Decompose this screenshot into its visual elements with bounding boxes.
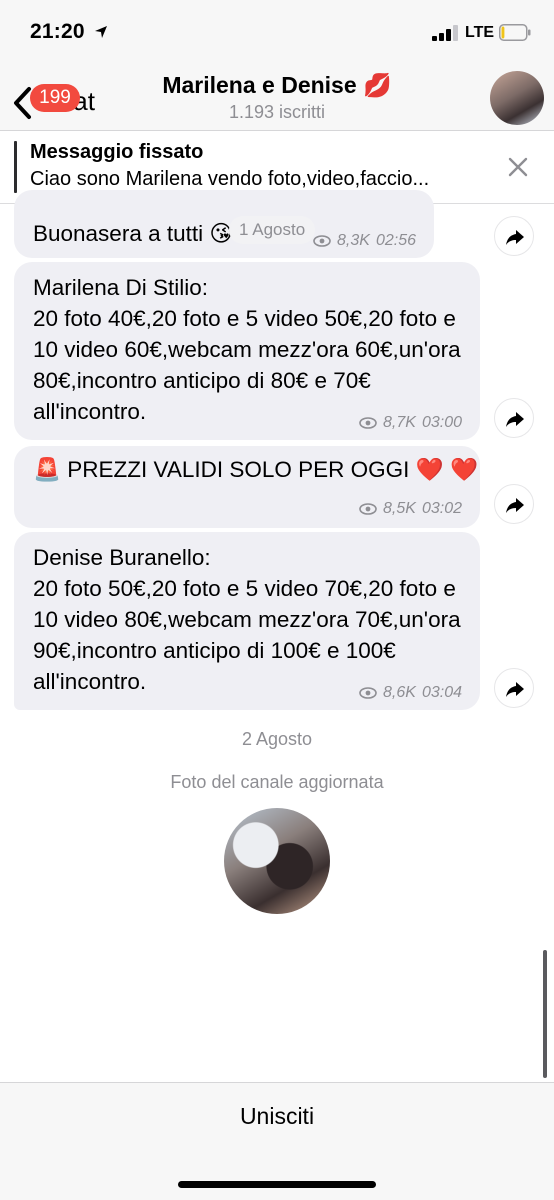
- close-icon[interactable]: [506, 155, 530, 179]
- scroll-indicator: [543, 950, 547, 1078]
- channel-photo-thumbnail[interactable]: [224, 808, 330, 914]
- message-bubble[interactable]: Marilena Di Stilio: 20 foto 40€,20 foto …: [14, 262, 480, 440]
- subscriber-count: 1.193 iscritti: [228, 102, 326, 122]
- share-arrow-icon: [506, 230, 524, 245]
- share-arrow-icon: [506, 682, 524, 697]
- message-text: Marilena Di Stilio: 20 foto 40€,20 foto …: [33, 275, 461, 424]
- pinned-text: Ciao sono Marilena vendo foto,video,facc…: [30, 168, 430, 190]
- share-arrow-icon: [506, 412, 524, 427]
- message-meta: 8,7K 03:00: [359, 414, 462, 432]
- message-time: 03:00: [421, 414, 462, 431]
- floating-date: 1 Agosto: [229, 216, 316, 244]
- clock: 21:20: [30, 20, 85, 43]
- message-meta: 8,6K 03:04: [359, 684, 462, 702]
- message-bubble[interactable]: Denise Buranello: 20 foto 50€,20 foto e …: [14, 532, 480, 710]
- channel-title[interactable]: Marilena e Denise 💋: [0, 72, 554, 99]
- eye-icon: [359, 417, 377, 429]
- eye-icon: [359, 503, 377, 515]
- view-count: 8,5K: [383, 500, 416, 517]
- share-button[interactable]: [494, 216, 534, 256]
- battery-icon: [499, 24, 531, 41]
- home-indicator: [178, 1181, 376, 1188]
- status-bar: 21:20 LTE: [0, 0, 554, 64]
- message-meta: 8,3K 02:56: [313, 232, 416, 250]
- message-bubble[interactable]: 🚨 PREZZI VALIDI SOLO PER OGGI ❤️ ❤️ 8,5K…: [14, 446, 480, 528]
- view-count: 8,6K: [383, 684, 416, 701]
- cellular-signal-icon: [432, 25, 458, 41]
- message-bubble[interactable]: Buonasera a tutti 😘 8,3K 02:56: [14, 190, 434, 258]
- message-meta: 8,5K 03:02: [359, 500, 462, 518]
- message-time: 03:04: [421, 684, 462, 701]
- chat-header: Chat 199 Marilena e Denise 💋 1.193 iscri…: [0, 64, 554, 131]
- message-time: 03:02: [421, 500, 462, 517]
- date-separator: 2 Agosto: [241, 729, 313, 749]
- share-button[interactable]: [494, 668, 534, 708]
- share-button[interactable]: [494, 484, 534, 524]
- service-message: Foto del canale aggiornata: [170, 772, 384, 792]
- view-count: 8,7K: [383, 414, 416, 431]
- message-text: Buonasera a tutti 😘: [33, 221, 233, 246]
- channel-avatar[interactable]: [490, 71, 544, 125]
- network-type: LTE: [465, 24, 495, 41]
- message-text: Denise Buranello: 20 foto 50€,20 foto e …: [33, 545, 461, 694]
- join-button[interactable]: Unisciti: [0, 1103, 554, 1130]
- message-time: 02:56: [375, 232, 416, 249]
- location-arrow-icon: [95, 26, 107, 38]
- share-arrow-icon: [506, 498, 524, 513]
- eye-icon: [359, 687, 377, 699]
- pinned-title: Messaggio fissato: [30, 141, 204, 163]
- view-count: 8,3K: [337, 232, 370, 249]
- message-text: 🚨 PREZZI VALIDI SOLO PER OGGI ❤️ ❤️: [33, 457, 478, 482]
- eye-icon: [313, 235, 331, 247]
- pinned-indicator: [14, 141, 17, 193]
- share-button[interactable]: [494, 398, 534, 438]
- bottom-bar: Unisciti: [0, 1082, 554, 1200]
